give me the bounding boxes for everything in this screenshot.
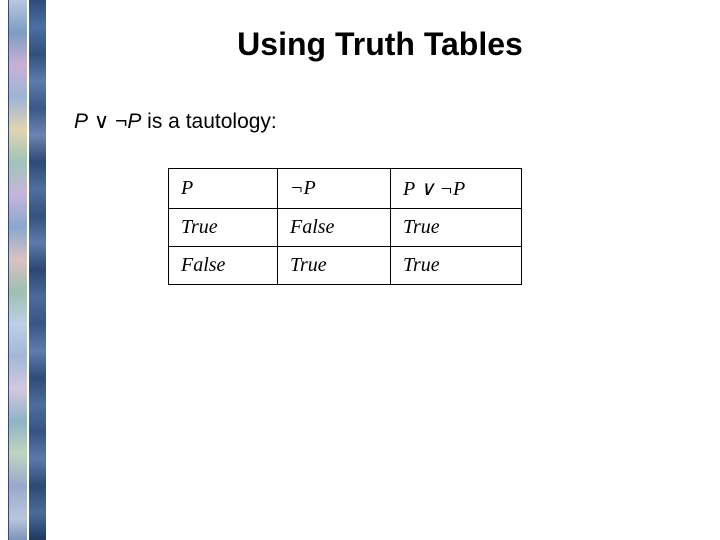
statement-or: ∨: [88, 110, 115, 133]
decoration-stripe-pattern: [8, 0, 27, 540]
statement-rest: is a tautology:: [141, 110, 276, 133]
header-P: P: [169, 169, 278, 209]
cell-r1-c1: True: [169, 209, 278, 247]
page-title: Using Truth Tables: [100, 26, 660, 63]
cell-r2-c1: False: [169, 247, 278, 285]
statement-P1: P: [74, 110, 88, 133]
truth-table: P ¬P P ∨ ¬P True False True False True T…: [168, 168, 522, 285]
cell-r2-c3: True: [391, 247, 522, 285]
decoration-stripe-solid: [29, 0, 47, 540]
table-row: True False True: [169, 209, 522, 247]
truth-table-container: P ¬P P ∨ ¬P True False True False True T…: [168, 168, 720, 285]
table-row: False True True: [169, 247, 522, 285]
statement-P2: P: [127, 110, 141, 133]
statement-neg: ¬: [115, 110, 127, 133]
cell-r1-c3: True: [391, 209, 522, 247]
slide: Using Truth Tables P ∨ ¬P is a tautology…: [0, 0, 720, 540]
content-area: Using Truth Tables P ∨ ¬P is a tautology…: [60, 0, 720, 540]
tautology-statement: P ∨ ¬P is a tautology:: [74, 109, 720, 134]
cell-r2-c2: True: [278, 247, 391, 285]
side-decoration: [8, 0, 46, 540]
header-notP: ¬P: [278, 169, 391, 209]
table-header-row: P ¬P P ∨ ¬P: [169, 169, 522, 209]
header-P-or-notP: P ∨ ¬P: [391, 169, 522, 209]
cell-r1-c2: False: [278, 209, 391, 247]
